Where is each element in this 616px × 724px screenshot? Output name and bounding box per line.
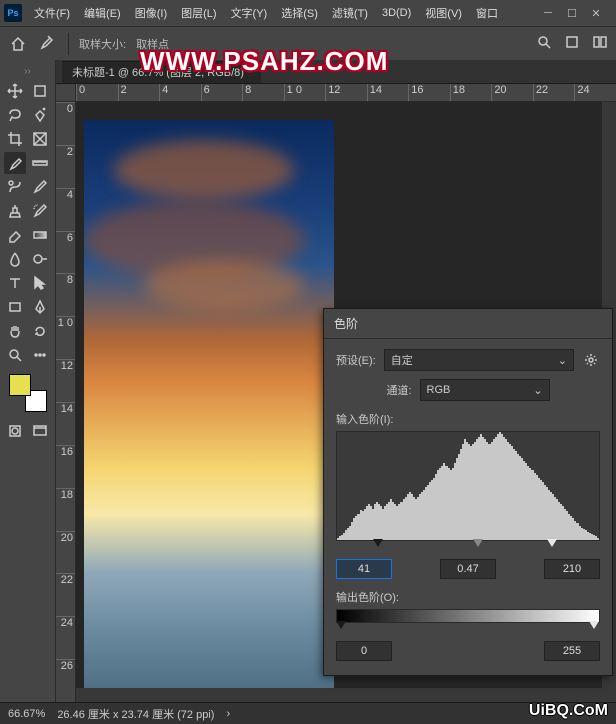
menu-edit[interactable]: 编辑(E) bbox=[78, 2, 127, 24]
screen-mode-button[interactable] bbox=[29, 420, 51, 442]
channel-select[interactable]: RGB ⌄ bbox=[420, 379, 550, 401]
ruler-tool[interactable] bbox=[29, 152, 51, 174]
preset-menu-button[interactable] bbox=[582, 351, 600, 369]
menu-file[interactable]: 文件(F) bbox=[28, 2, 76, 24]
frame-tool[interactable] bbox=[29, 128, 51, 150]
gamma-slider[interactable] bbox=[473, 539, 483, 547]
watermark-bottom: UiBQ.CoM bbox=[529, 702, 608, 720]
white-point-slider[interactable] bbox=[547, 539, 557, 547]
menu-view[interactable]: 视图(V) bbox=[419, 2, 468, 24]
current-tool-eyedropper-icon[interactable] bbox=[38, 34, 58, 54]
menu-3d[interactable]: 3D(D) bbox=[376, 4, 417, 22]
input-levels-label: 输入色阶(I): bbox=[336, 411, 600, 427]
canvas-image[interactable] bbox=[84, 120, 334, 700]
eraser-tool[interactable] bbox=[4, 224, 26, 246]
color-swatches[interactable] bbox=[9, 374, 47, 412]
ps-logo: Ps bbox=[4, 4, 22, 22]
menu-type[interactable]: 文字(Y) bbox=[225, 2, 274, 24]
foreground-color-swatch[interactable] bbox=[9, 374, 31, 396]
watermark-top: WWW.PSAHZ.COM bbox=[140, 46, 388, 77]
gamma-input-value[interactable]: 0.47 bbox=[440, 559, 496, 579]
levels-dialog: 色阶 预设(E): 自定 ⌄ 通道: RGB ⌄ 输入色阶(I): 4 bbox=[323, 308, 613, 676]
chevron-down-icon: ⌄ bbox=[558, 354, 567, 367]
output-black-value[interactable]: 0 bbox=[336, 641, 392, 661]
channel-label: 通道: bbox=[386, 382, 411, 398]
share-icon[interactable] bbox=[564, 34, 580, 53]
status-chevron-icon[interactable]: › bbox=[226, 708, 230, 720]
output-black-slider[interactable] bbox=[336, 621, 346, 629]
pen-tool[interactable] bbox=[29, 296, 51, 318]
dodge-tool[interactable] bbox=[29, 248, 51, 270]
input-slider-track[interactable] bbox=[336, 539, 600, 553]
search-icon[interactable] bbox=[536, 34, 552, 53]
close-button[interactable]: ✕ bbox=[588, 5, 604, 21]
zoom-level[interactable]: 66.67% bbox=[8, 708, 45, 720]
lasso-tool[interactable] bbox=[4, 104, 26, 126]
black-input-value[interactable]: 41 bbox=[336, 559, 392, 579]
menu-filter[interactable]: 滤镜(T) bbox=[326, 2, 374, 24]
histogram[interactable] bbox=[336, 431, 600, 541]
document-dimensions[interactable]: 26.46 厘米 x 23.74 厘米 (72 ppi) bbox=[57, 706, 214, 722]
output-levels-label: 输出色阶(O): bbox=[336, 589, 600, 605]
output-white-value[interactable]: 255 bbox=[544, 641, 600, 661]
minimize-button[interactable]: ─ bbox=[540, 5, 556, 21]
maximize-button[interactable]: ☐ bbox=[564, 5, 580, 21]
zoom-tool[interactable] bbox=[4, 344, 26, 366]
hand-tool[interactable] bbox=[4, 320, 26, 342]
tools-panel: ›› bbox=[0, 60, 56, 702]
artboard-tool[interactable] bbox=[29, 80, 51, 102]
home-icon[interactable] bbox=[8, 34, 28, 54]
white-input-value[interactable]: 210 bbox=[544, 559, 600, 579]
rotate-view-tool[interactable] bbox=[29, 320, 51, 342]
panel-grip-icon[interactable]: ›› bbox=[24, 66, 32, 74]
blur-tool[interactable] bbox=[4, 248, 26, 270]
chevron-down-icon: ⌄ bbox=[533, 384, 542, 397]
menu-layer[interactable]: 图层(L) bbox=[175, 2, 222, 24]
quick-mask-button[interactable] bbox=[4, 420, 26, 442]
sample-size-label: 取样大小: bbox=[79, 36, 126, 52]
rectangle-tool[interactable] bbox=[4, 296, 26, 318]
scrollbar-horizontal[interactable] bbox=[76, 688, 602, 702]
workspace-icon[interactable] bbox=[592, 34, 608, 53]
ruler-vertical[interactable]: 024681 01214161820222426 bbox=[56, 102, 76, 702]
quick-select-tool[interactable] bbox=[29, 104, 51, 126]
path-select-tool[interactable] bbox=[29, 272, 51, 294]
clone-stamp-tool[interactable] bbox=[4, 200, 26, 222]
menu-window[interactable]: 窗口 bbox=[470, 2, 504, 24]
preset-label: 预设(E): bbox=[336, 352, 376, 368]
output-white-slider[interactable] bbox=[589, 621, 599, 629]
type-tool[interactable] bbox=[4, 272, 26, 294]
crop-tool[interactable] bbox=[4, 128, 26, 150]
move-tool[interactable] bbox=[4, 80, 26, 102]
menu-bar: Ps 文件(F) 编辑(E) 图像(I) 图层(L) 文字(Y) 选择(S) 滤… bbox=[0, 0, 616, 26]
black-point-slider[interactable] bbox=[373, 539, 383, 547]
output-slider-track[interactable] bbox=[336, 621, 600, 635]
gradient-tool[interactable] bbox=[29, 224, 51, 246]
dialog-title[interactable]: 色阶 bbox=[324, 309, 612, 339]
brush-tool[interactable] bbox=[29, 176, 51, 198]
eyedropper-tool[interactable] bbox=[4, 152, 26, 174]
history-brush-tool[interactable] bbox=[29, 200, 51, 222]
window-controls: ─ ☐ ✕ bbox=[540, 5, 612, 21]
preset-select[interactable]: 自定 ⌄ bbox=[384, 349, 574, 371]
ruler-origin[interactable] bbox=[56, 84, 76, 102]
menu-select[interactable]: 选择(S) bbox=[275, 2, 324, 24]
healing-brush-tool[interactable] bbox=[4, 176, 26, 198]
ruler-horizontal[interactable]: 024681 012141618202224 bbox=[76, 84, 616, 102]
edit-toolbar[interactable] bbox=[29, 344, 51, 366]
divider bbox=[68, 33, 69, 55]
status-bar: 66.67% 26.46 厘米 x 23.74 厘米 (72 ppi) › bbox=[0, 702, 616, 724]
menu-image[interactable]: 图像(I) bbox=[129, 2, 173, 24]
